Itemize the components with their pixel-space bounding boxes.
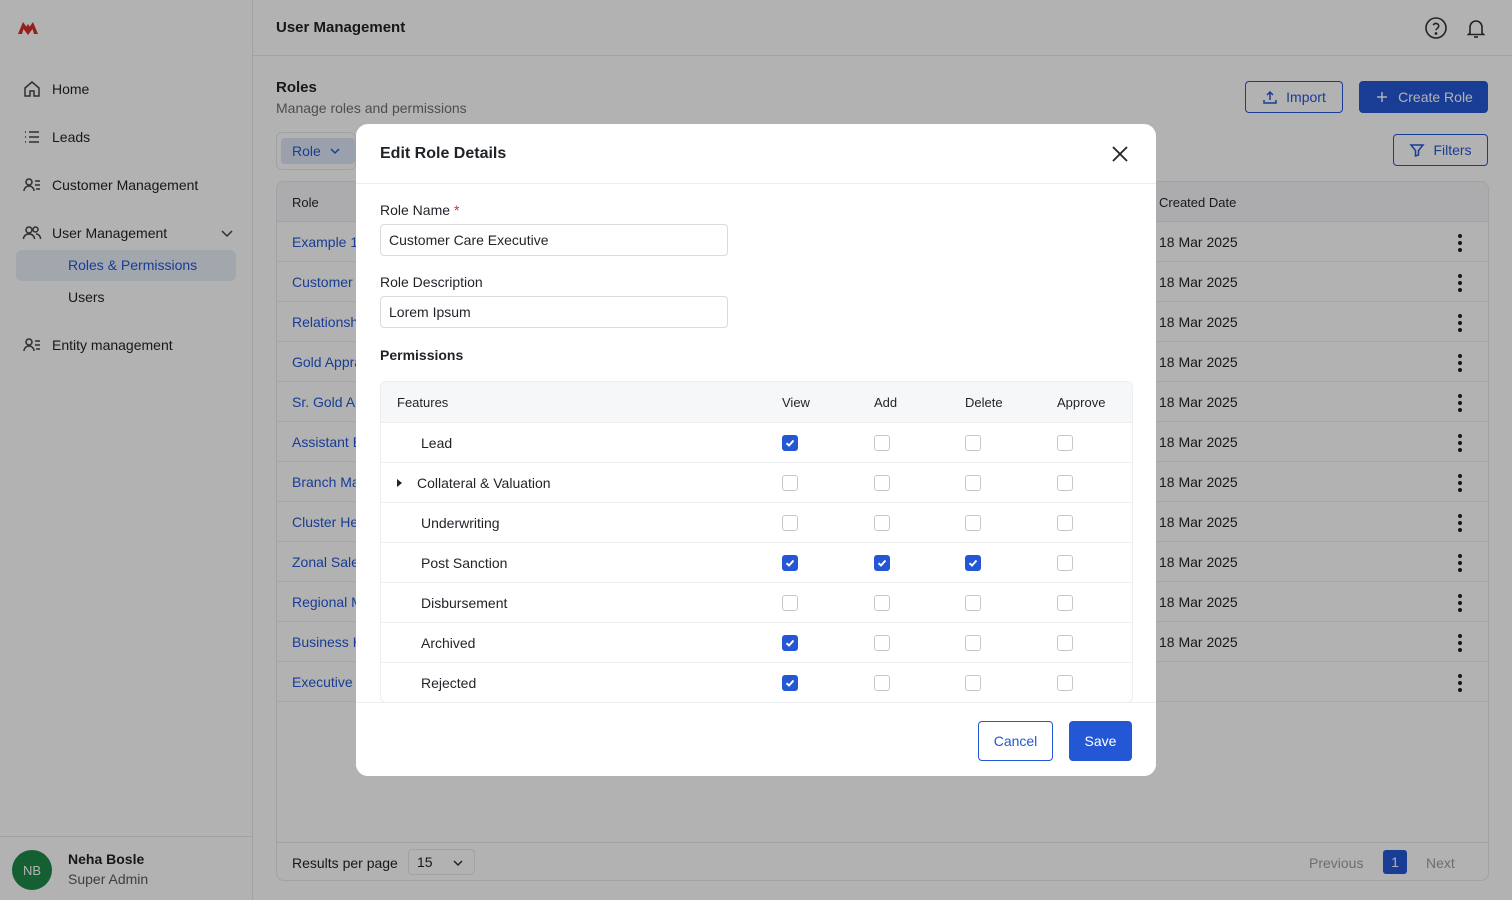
view-checkbox[interactable] (782, 675, 798, 691)
checkmark-icon (968, 559, 978, 567)
permission-row: Rejected (381, 663, 1132, 702)
checkmark-icon (785, 559, 795, 567)
feature-label: Underwriting (421, 515, 500, 531)
view-checkbox[interactable] (782, 635, 798, 651)
delete-checkbox[interactable] (965, 435, 981, 451)
view-checkbox[interactable] (782, 475, 798, 491)
role-description-label: Role Description (380, 274, 483, 290)
column-header-view: View (782, 395, 810, 410)
feature-label: Archived (421, 635, 476, 651)
permission-row: Lead (381, 423, 1132, 463)
checkmark-icon (785, 679, 795, 687)
add-checkbox[interactable] (874, 675, 890, 691)
checkmark-icon (785, 639, 795, 647)
approve-checkbox[interactable] (1057, 435, 1073, 451)
view-checkbox[interactable] (782, 555, 798, 571)
delete-checkbox[interactable] (965, 475, 981, 491)
column-header-delete: Delete (965, 395, 1003, 410)
permissions-table-header: Features View Add Delete Approve (381, 382, 1132, 423)
delete-checkbox[interactable] (965, 555, 981, 571)
feature-label: Collateral & Valuation (417, 475, 551, 491)
role-description-input[interactable] (380, 296, 728, 328)
approve-checkbox[interactable] (1057, 515, 1073, 531)
add-checkbox[interactable] (874, 555, 890, 571)
approve-checkbox[interactable] (1057, 555, 1073, 571)
column-header-features: Features (397, 395, 449, 410)
checkmark-icon (877, 559, 887, 567)
role-name-label-text: Role Name (380, 202, 451, 218)
permission-row: Post Sanction (381, 543, 1132, 583)
add-checkbox[interactable] (874, 475, 890, 491)
checkmark-icon (785, 439, 795, 447)
required-mark: * (454, 202, 460, 218)
view-checkbox[interactable] (782, 595, 798, 611)
add-checkbox[interactable] (874, 595, 890, 611)
feature-label: Lead (421, 435, 453, 451)
permission-row: Disbursement (381, 583, 1132, 623)
caret-right-icon[interactable] (393, 477, 405, 489)
cancel-button[interactable]: Cancel (978, 721, 1053, 761)
delete-checkbox[interactable] (965, 675, 981, 691)
permissions-table: Features View Add Delete Approve Lead Col… (380, 381, 1133, 703)
add-checkbox[interactable] (874, 435, 890, 451)
approve-checkbox[interactable] (1057, 635, 1073, 651)
approve-checkbox[interactable] (1057, 675, 1073, 691)
delete-checkbox[interactable] (965, 635, 981, 651)
modal-footer: Cancel Save (356, 702, 1156, 776)
role-name-input[interactable] (380, 224, 728, 256)
add-checkbox[interactable] (874, 635, 890, 651)
modal-title: Edit Role Details (380, 145, 507, 162)
feature-label: Post Sanction (421, 555, 508, 571)
view-checkbox[interactable] (782, 435, 798, 451)
delete-checkbox[interactable] (965, 515, 981, 531)
edit-role-modal: Edit Role Details Role Name* Role Descri… (356, 124, 1156, 776)
permission-row: Archived (381, 623, 1132, 663)
close-icon[interactable] (1108, 142, 1132, 166)
feature-label: Disbursement (421, 595, 508, 611)
approve-checkbox[interactable] (1057, 595, 1073, 611)
delete-checkbox[interactable] (965, 595, 981, 611)
view-checkbox[interactable] (782, 515, 798, 531)
modal-header: Edit Role Details (356, 124, 1156, 184)
role-name-label: Role Name * (380, 202, 459, 218)
add-checkbox[interactable] (874, 515, 890, 531)
feature-label: Rejected (421, 675, 477, 691)
permission-row: Underwriting (381, 503, 1132, 543)
permissions-title: Permissions (380, 347, 464, 363)
permission-row: Collateral & Valuation (381, 463, 1132, 503)
column-header-approve: Approve (1057, 395, 1106, 410)
approve-checkbox[interactable] (1057, 475, 1073, 491)
column-header-add: Add (874, 395, 898, 410)
save-button[interactable]: Save (1069, 721, 1132, 761)
